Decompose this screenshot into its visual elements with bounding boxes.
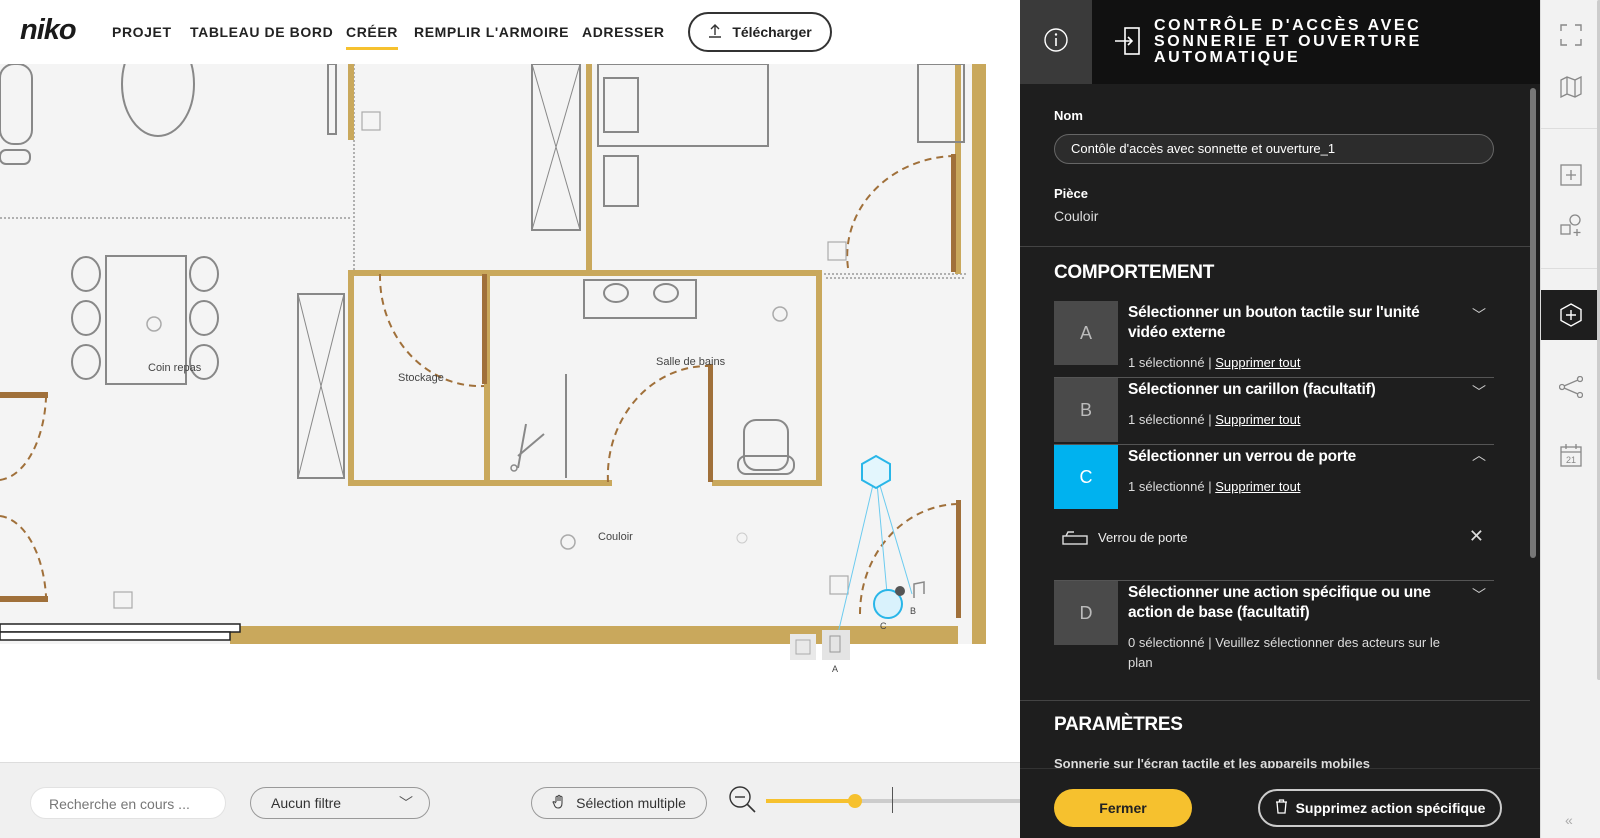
clear-all-link-a[interactable]: Supprimer tout	[1215, 355, 1300, 370]
search-input[interactable]: Recherche en cours ...	[30, 787, 226, 819]
filter-value: Aucun filtre	[271, 795, 342, 811]
piece-label: Pièce	[1054, 186, 1088, 201]
device-label-a: A	[832, 664, 839, 674]
trash-icon	[1275, 799, 1288, 817]
hand-icon	[552, 794, 566, 813]
rail-divider	[1541, 128, 1600, 129]
step-status-d: 0 sélectionné | Veuillez sélectionner de…	[1128, 635, 1440, 670]
step-b[interactable]: B Sélectionner un carillon (facultatif) …	[1054, 378, 1494, 444]
step-letter-a: A	[1054, 301, 1118, 365]
chevron-down-icon[interactable]: ﹀	[1472, 585, 1486, 605]
zoom-slider[interactable]	[766, 787, 1020, 813]
step-letter-d: D	[1054, 581, 1118, 645]
chevron-down-icon: ﹀	[399, 795, 413, 811]
step-c[interactable]: C Sélectionner un verrou de porte ︿ 1 sé…	[1054, 445, 1494, 511]
close-button[interactable]: Fermer	[1054, 789, 1192, 827]
upload-button[interactable]: Télécharger	[688, 12, 832, 52]
niko-logo[interactable]: niko	[20, 14, 77, 47]
divider	[1020, 700, 1530, 701]
bottom-toolbar: Recherche en cours ... Aucun filtre ﹀ Sé…	[0, 762, 1020, 838]
delete-specific-action-label: Supprimez action spécifique	[1295, 800, 1486, 816]
device-label-c: C	[880, 621, 887, 631]
zoom-slider-tick	[892, 787, 893, 813]
app-root: niko PROJET TABLEAU DE BORD CRÉER REMPLI…	[0, 0, 1600, 838]
multi-select-label: Sélection multiple	[576, 795, 686, 811]
add-circle-icon[interactable]	[1541, 290, 1600, 340]
step-a[interactable]: A Sélectionner un bouton tactile sur l'u…	[1054, 301, 1494, 370]
nav-remplir-armoire[interactable]: REMPLIR L'ARMOIRE	[414, 24, 569, 40]
step-title-a: Sélectionner un bouton tactile sur l'uni…	[1128, 304, 1420, 341]
tool-rail: 21 «	[1540, 0, 1600, 838]
delete-specific-action-button[interactable]: Supprimez action spécifique	[1258, 789, 1502, 827]
panel-header: CONTRÔLE D'ACCÈS AVEC SONNERIE ET OUVERT…	[1020, 0, 1540, 84]
room-label-dining: Coin repas	[148, 362, 202, 374]
step-letter-b: B	[1054, 378, 1118, 442]
step-status-a: 1 sélectionné | Supprimer tout	[1128, 355, 1301, 370]
fullscreen-icon[interactable]	[1541, 10, 1600, 60]
chevron-down-icon[interactable]: ﹀	[1472, 382, 1486, 402]
room-label-corridor: Couloir	[598, 531, 633, 543]
nom-label: Nom	[1054, 108, 1083, 123]
top-nav: niko PROJET TABLEAU DE BORD CRÉER REMPLI…	[0, 0, 1020, 64]
properties-panel: CONTRÔLE D'ACCÈS AVEC SONNERIE ET OUVERT…	[1020, 0, 1540, 838]
share-icon[interactable]	[1541, 362, 1600, 412]
zoom-slider-fill	[766, 799, 855, 803]
clear-all-link-b[interactable]: Supprimer tout	[1215, 412, 1300, 427]
nav-tableau-de-bord[interactable]: TABLEAU DE BORD	[190, 24, 333, 40]
piece-value: Couloir	[1054, 208, 1099, 224]
floor-plan-drawing	[0, 64, 986, 660]
filter-select[interactable]: Aucun filtre ﹀	[250, 787, 430, 819]
nav-projet[interactable]: PROJET	[112, 24, 172, 40]
door-lock-label: Verrou de porte	[1098, 530, 1188, 545]
divider	[1020, 246, 1530, 247]
door-lock-icon	[1062, 530, 1088, 551]
step-title-d: Sélectionner une action spécifique ou un…	[1128, 584, 1431, 621]
upload-icon	[708, 23, 722, 42]
add-icon[interactable]	[1541, 150, 1600, 200]
close-icon[interactable]: ✕	[1469, 526, 1484, 547]
nav-creer[interactable]: CRÉER	[346, 24, 399, 50]
clear-all-link-c[interactable]: Supprimer tout	[1215, 479, 1300, 494]
step-d[interactable]: D Sélectionner une action spécifique ou …	[1054, 581, 1494, 671]
upload-label: Télécharger	[732, 24, 812, 40]
collapse-icon[interactable]: «	[1565, 812, 1573, 828]
step-status-c: 1 sélectionné | Supprimer tout	[1128, 479, 1301, 494]
chevron-down-icon[interactable]: ﹀	[1472, 305, 1486, 325]
zoom-slider-handle[interactable]	[848, 794, 862, 808]
map-icon[interactable]	[1541, 62, 1600, 112]
step-title-c: Sélectionner un verrou de porte	[1128, 448, 1357, 465]
zoom-out-icon[interactable]	[728, 785, 758, 820]
step-title-b: Sélectionner un carillon (facultatif)	[1128, 381, 1376, 398]
panel-title: CONTRÔLE D'ACCÈS AVEC SONNERIE ET OUVERT…	[1154, 17, 1422, 66]
calendar-day: 21	[1566, 455, 1576, 465]
add-shape-icon[interactable]	[1541, 200, 1600, 250]
chevron-up-icon[interactable]: ︿	[1472, 445, 1486, 465]
selected-door-lock[interactable]: Verrou de porte ✕	[1054, 524, 1494, 552]
step-letter-c: C	[1054, 445, 1118, 509]
room-label-bathroom: Salle de bains	[656, 356, 726, 368]
behaviour-section-title: COMPORTEMENT	[1054, 262, 1215, 283]
calendar-icon[interactable]: 21	[1541, 430, 1600, 480]
multi-select-button[interactable]: Sélection multiple	[531, 787, 707, 819]
rail-divider	[1541, 268, 1600, 269]
params-section-title: PARAMÈTRES	[1054, 714, 1183, 735]
name-field[interactable]: Contôle d'accès avec sonnette et ouvertu…	[1054, 134, 1494, 164]
room-label-storage: Stockage	[398, 372, 444, 384]
floor-plan[interactable]: Coin repas Stockage Salle de bains Coulo…	[0, 64, 1020, 762]
panel-footer: Fermer Supprimez action spécifique	[1020, 768, 1540, 838]
nav-adresser[interactable]: ADRESSER	[582, 24, 665, 40]
info-icon	[1043, 27, 1069, 58]
door-access-icon	[1114, 26, 1142, 61]
panel-scrollbar[interactable]	[1530, 88, 1536, 558]
info-button[interactable]	[1020, 0, 1092, 84]
device-label-b: B	[910, 606, 917, 616]
step-status-b: 1 sélectionné | Supprimer tout	[1128, 412, 1301, 427]
